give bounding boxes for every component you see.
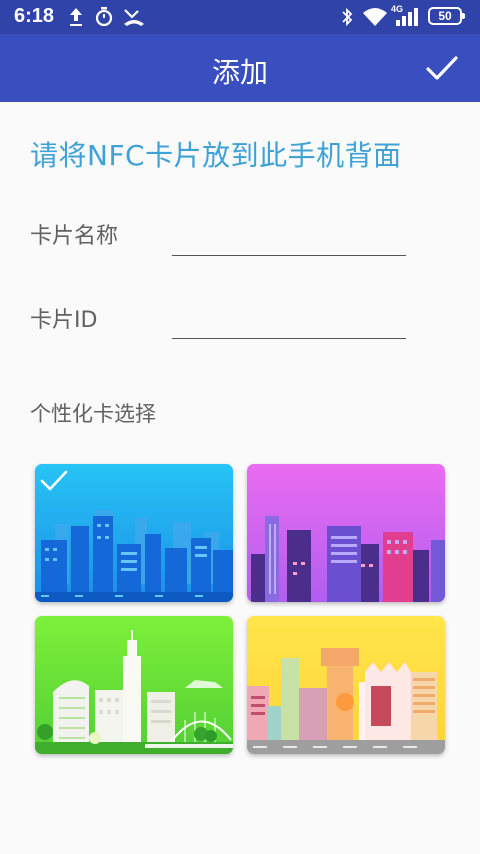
card-name-input[interactable] [172,225,406,256]
battery-indicator: 50 [428,7,465,25]
nfc-instruction: 请将NFC卡片放到此手机背面 [30,139,402,172]
card-theme-purple[interactable] [247,464,445,602]
app-bar: 添加 [0,34,480,102]
page-title: 添加 [211,56,268,89]
card-theme-green[interactable] [35,616,233,754]
green-city-illustration [35,616,233,754]
card-id-input[interactable] [172,308,406,339]
card-theme-blue[interactable] [35,464,233,602]
stopwatch-icon [95,7,113,27]
purple-city-illustration [247,464,445,602]
card-id-label: 卡片ID [30,308,98,333]
upload-icon [70,8,82,26]
confirm-check-icon[interactable] [422,48,462,88]
bluetooth-icon [342,7,353,27]
selected-check-icon [40,470,68,491]
yellow-city-illustration [247,616,445,754]
card-name-label: 卡片名称 [30,224,119,249]
wifi-icon [363,8,387,26]
missed-call-icon [124,9,144,26]
status-time: 6:18 [14,5,55,27]
card-theme-yellow[interactable] [247,616,445,754]
signal-icon [396,8,418,26]
status-bar: 6:18 4G 50 [0,0,480,34]
personalize-label: 个性化卡选择 [30,402,156,426]
